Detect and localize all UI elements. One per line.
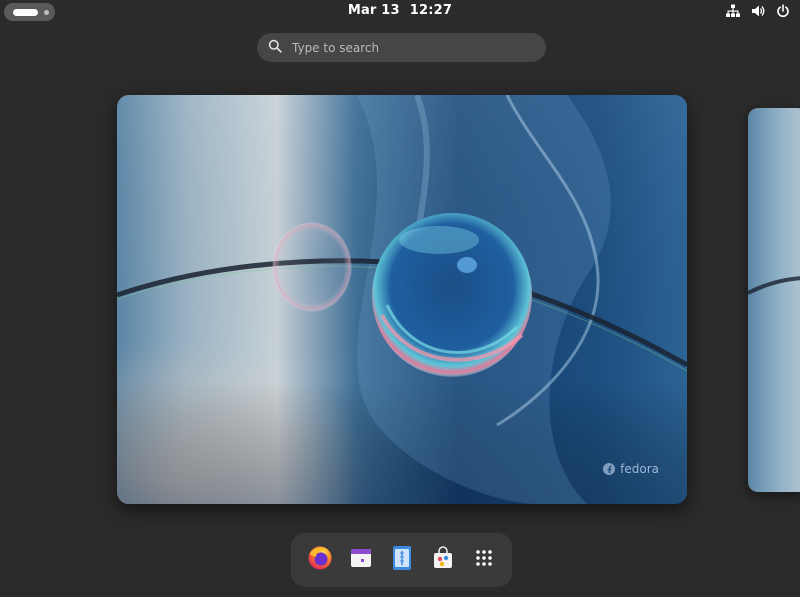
workspace-thumbnail-current[interactable]: fedora (117, 95, 687, 504)
network-wired-icon (726, 4, 740, 18)
dash-app-firefox[interactable] (306, 545, 333, 575)
clock-time: 12:27 (409, 3, 453, 18)
search-entry[interactable] (257, 33, 546, 62)
text-editor-icon (391, 545, 413, 575)
dash-app-text-editor[interactable] (388, 545, 415, 575)
software-icon (431, 546, 455, 574)
fedora-brand-text: fedora (620, 462, 659, 476)
search-input[interactable] (290, 39, 524, 56)
workspace-thumbnail-next[interactable] (748, 108, 800, 492)
dash-show-apps[interactable] (470, 547, 497, 574)
dash (291, 533, 512, 587)
search-icon (268, 38, 282, 57)
overview-screen: Mar 13 12:27 Type to search fedora (0, 0, 800, 597)
fedora-logo-icon (602, 462, 616, 476)
top-bar: Mar 13 12:27 (0, 0, 800, 24)
dash-app-calendar[interactable] (347, 547, 374, 574)
clock-button[interactable]: Mar 13 12:27 (0, 3, 800, 18)
calendar-icon (349, 546, 373, 574)
app-grid-icon (474, 548, 494, 572)
fedora-watermark: fedora (602, 462, 659, 476)
clock-date: Mar 13 (347, 3, 400, 18)
dash-app-software[interactable] (429, 546, 456, 574)
power-icon (776, 4, 790, 18)
volume-icon (751, 4, 765, 18)
system-status-area[interactable] (726, 4, 790, 18)
firefox-icon (307, 545, 333, 575)
